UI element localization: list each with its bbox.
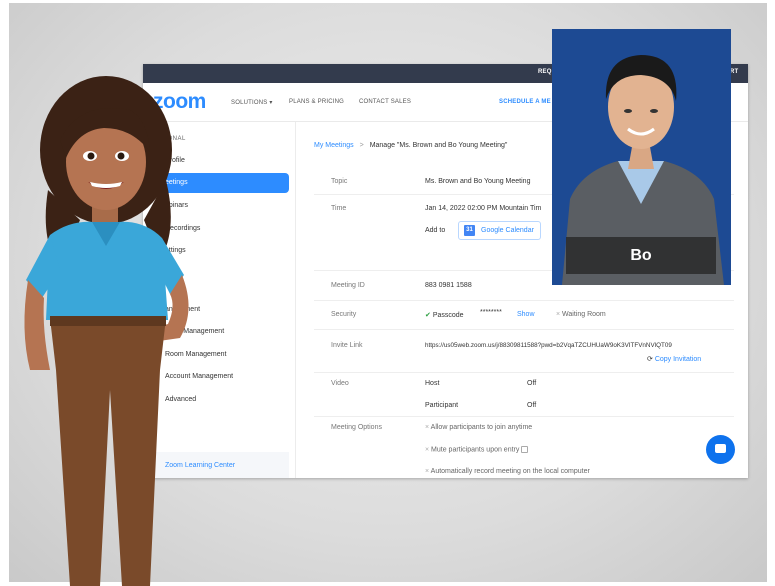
x-icon: × bbox=[425, 446, 430, 454]
invite-link-label: Invite Link bbox=[331, 342, 363, 349]
host-video-value: Off bbox=[527, 380, 537, 387]
invite-link-value[interactable]: https://us05web.zoom.us/j/88309811588?pw… bbox=[425, 342, 672, 349]
passcode-label: Passcode bbox=[432, 312, 464, 319]
info-icon bbox=[521, 446, 529, 453]
meeting-options-label: Meeting Options bbox=[331, 424, 382, 431]
passcode-setting: ✔ Passcode bbox=[425, 311, 464, 319]
copy-invitation-label: Copy Invitation bbox=[654, 356, 702, 363]
calendar-icon: 31 bbox=[464, 225, 475, 236]
participant-label: Participant bbox=[425, 402, 459, 409]
time-value: Jan 14, 2022 02:00 PM Mountain Tim bbox=[425, 205, 542, 212]
option-join-anytime: × Allow participants to join anytime bbox=[425, 424, 532, 431]
divider bbox=[314, 372, 734, 373]
x-icon: × bbox=[425, 424, 430, 431]
presenter-illustration bbox=[24, 76, 189, 586]
topic-label: Topic bbox=[331, 178, 348, 185]
option-mute-on-entry-label: Mute participants upon entry bbox=[431, 446, 520, 454]
divider bbox=[314, 300, 734, 301]
video-label: Video bbox=[331, 380, 349, 387]
security-label: Security bbox=[331, 311, 357, 318]
topic-value: Ms. Brown and Bo Young Meeting bbox=[425, 178, 531, 185]
divider bbox=[314, 416, 734, 417]
option-join-anytime-label: Allow participants to join anytime bbox=[430, 424, 533, 431]
passcode-value: ******** bbox=[480, 309, 502, 316]
copy-invitation-link[interactable]: ⟳ Copy Invitation bbox=[647, 355, 701, 363]
participant-video-value: Off bbox=[527, 402, 537, 409]
breadcrumb-my-meetings[interactable]: My Meetings bbox=[314, 142, 354, 149]
meeting-id-value: 883 0981 1588 bbox=[425, 282, 472, 289]
add-to-label: Add to bbox=[425, 227, 446, 234]
option-auto-record-label: Automatically record meeting on the loca… bbox=[430, 468, 590, 475]
waiting-room-label: Waiting Room bbox=[562, 311, 606, 318]
divider bbox=[314, 329, 734, 330]
breadcrumb-current: Manage "Ms. Brown and Bo Young Meeting" bbox=[369, 142, 508, 149]
nav-contact-sales[interactable]: CONTACT SALES bbox=[359, 99, 411, 105]
host-label: Host bbox=[425, 380, 440, 387]
time-label: Time bbox=[331, 205, 347, 212]
x-icon: × bbox=[556, 311, 561, 318]
breadcrumb: My Meetings > Manage "Ms. Brown and Bo Y… bbox=[314, 142, 507, 149]
participant-video-tile: Bo bbox=[552, 29, 731, 285]
chat-button[interactable] bbox=[706, 435, 735, 464]
check-icon: ✔ bbox=[425, 312, 431, 319]
option-mute-on-entry: × Mute participants upon entry bbox=[425, 446, 529, 454]
copy-icon: ⟳ bbox=[647, 356, 653, 363]
meeting-id-label: Meeting ID bbox=[331, 282, 365, 289]
breadcrumb-separator: > bbox=[359, 142, 364, 149]
nav-plans-pricing[interactable]: PLANS & PRICING bbox=[289, 99, 344, 105]
participant-name-bar: Bo bbox=[566, 237, 716, 274]
google-calendar-button[interactable]: 31 Google Calendar bbox=[458, 221, 541, 240]
waiting-room-setting: × Waiting Room bbox=[556, 311, 606, 318]
nav-schedule-meeting[interactable]: SCHEDULE A ME bbox=[499, 99, 551, 105]
nav-solutions[interactable]: SOLUTIONS ▾ bbox=[231, 99, 273, 106]
google-calendar-label: Google Calendar bbox=[481, 227, 534, 234]
show-passcode-link[interactable]: Show bbox=[517, 311, 535, 318]
x-icon: × bbox=[425, 468, 430, 475]
option-auto-record: × Automatically record meeting on the lo… bbox=[425, 468, 590, 475]
participant-name: Bo bbox=[630, 247, 652, 264]
